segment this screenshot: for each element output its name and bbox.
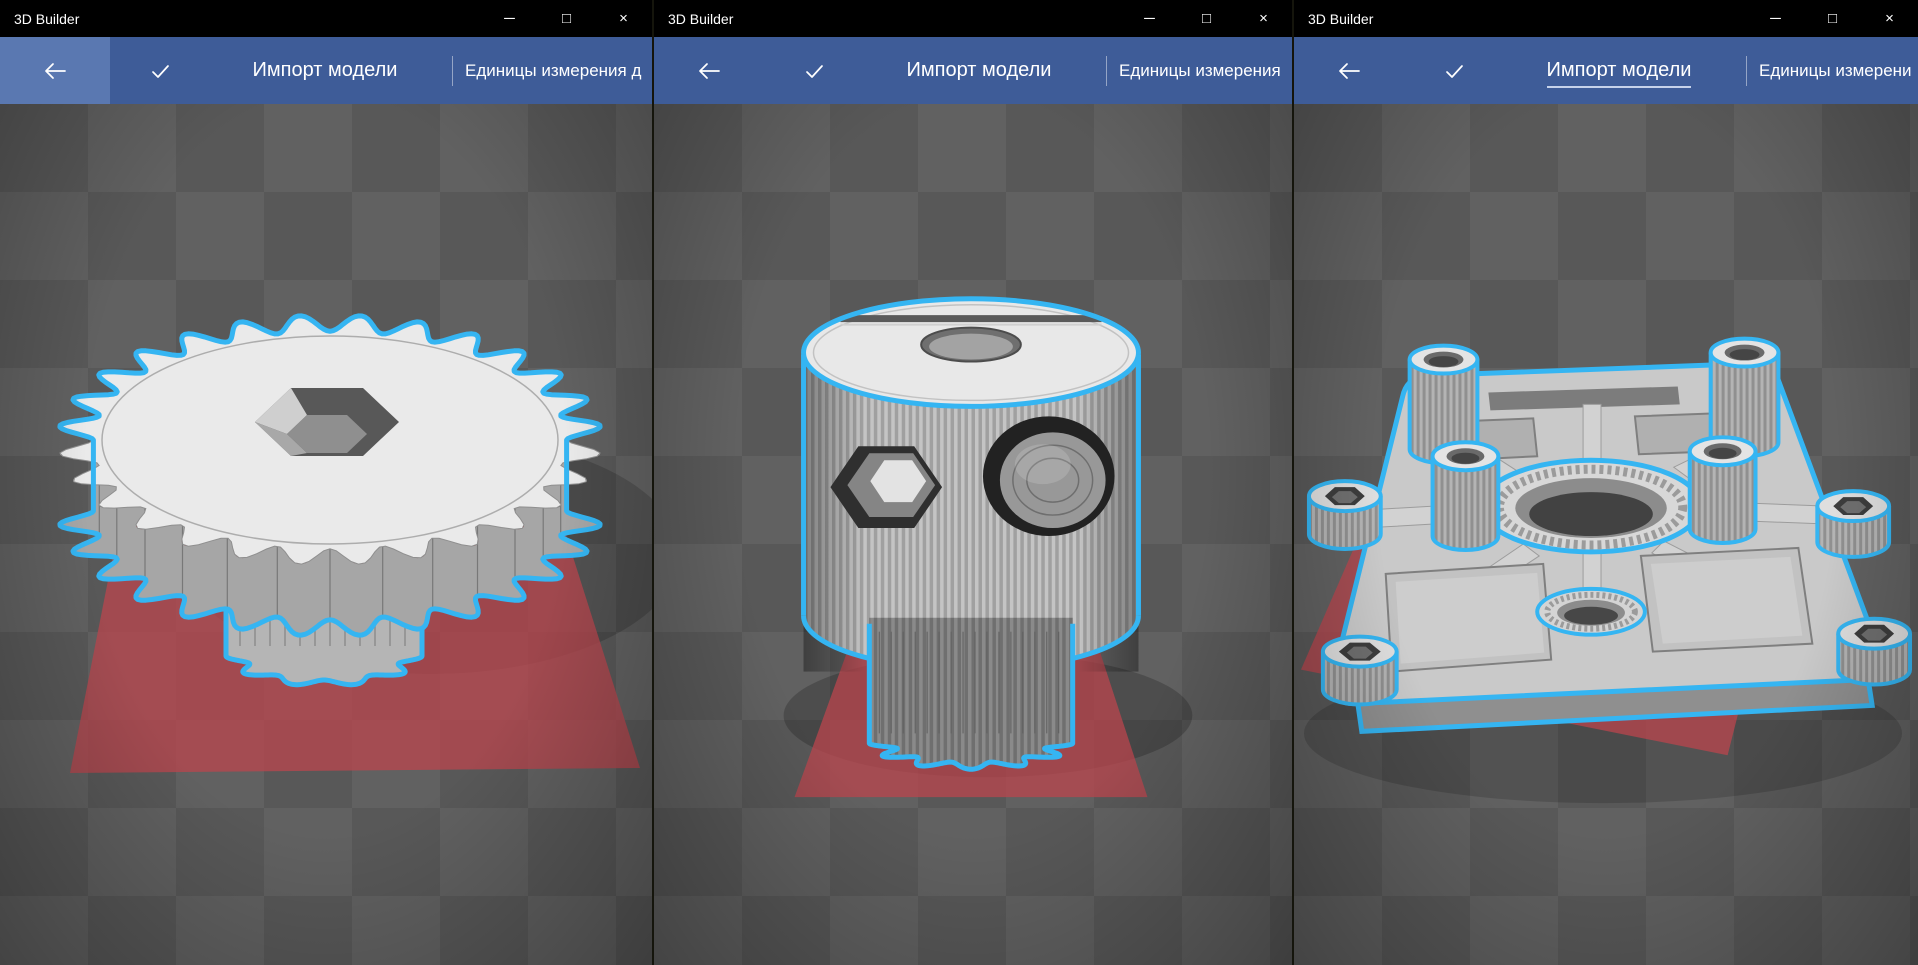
- center-ring-large: [1481, 460, 1700, 552]
- close-button[interactable]: ×: [1861, 0, 1918, 37]
- confirm-button[interactable]: [764, 37, 864, 104]
- page-title: Импорт модели: [210, 59, 440, 82]
- confirm-button[interactable]: [110, 37, 210, 104]
- scene-gear[interactable]: [0, 104, 652, 965]
- toolbar: Импорт модели Единицы измерени: [1294, 37, 1918, 104]
- minimize-button[interactable]: ─: [481, 0, 538, 37]
- check-icon: [798, 55, 830, 87]
- back-icon: [1333, 55, 1365, 87]
- maximize-button[interactable]: □: [1804, 0, 1861, 37]
- round-pocket: [983, 416, 1115, 536]
- hex-boss-right-bottom: [1838, 619, 1910, 685]
- window-1: 3D Builder ─ □ × Импорт модели Единицы и…: [0, 0, 652, 965]
- toolbar: Импорт модели Единицы измерения: [654, 37, 1292, 104]
- hex-boss-right-top: [1817, 491, 1889, 557]
- app-title: 3D Builder: [654, 11, 1121, 27]
- scene-cylinder[interactable]: [654, 104, 1292, 965]
- check-icon: [1438, 55, 1470, 87]
- toolbar: Импорт модели Единицы измерения д: [0, 37, 652, 104]
- viewport[interactable]: [0, 104, 652, 965]
- top-recess: [921, 328, 1021, 362]
- titlebar[interactable]: 3D Builder ─ □ ×: [654, 0, 1292, 37]
- close-button[interactable]: ×: [595, 0, 652, 37]
- screen: 3D Builder ─ □ × Импорт модели Единицы и…: [0, 0, 1918, 965]
- units-dropdown[interactable]: Единицы измерения д: [453, 61, 652, 81]
- hex-boss-left-bottom: [1323, 637, 1397, 705]
- maximize-button[interactable]: □: [538, 0, 595, 37]
- back-button[interactable]: [654, 37, 764, 104]
- viewport[interactable]: [1294, 104, 1918, 965]
- back-button[interactable]: [1294, 37, 1404, 104]
- app-title: 3D Builder: [1294, 11, 1747, 27]
- minimize-button[interactable]: ─: [1121, 0, 1178, 37]
- titlebar[interactable]: 3D Builder ─ □ ×: [0, 0, 652, 37]
- app-title: 3D Builder: [0, 11, 481, 27]
- close-button[interactable]: ×: [1235, 0, 1292, 37]
- center-ring-small: [1537, 589, 1645, 635]
- back-button[interactable]: [0, 37, 110, 104]
- model-plate[interactable]: [1309, 339, 1910, 732]
- page-title: Импорт модели: [864, 59, 1094, 82]
- fluted-base: [869, 618, 1072, 770]
- viewport[interactable]: [654, 104, 1292, 965]
- confirm-button[interactable]: [1404, 37, 1504, 104]
- units-dropdown[interactable]: Единицы измерени: [1747, 61, 1918, 81]
- titlebar[interactable]: 3D Builder ─ □ ×: [1294, 0, 1918, 37]
- boss-cylinder-front-right: [1690, 437, 1756, 543]
- boss-cylinder-front-left: [1433, 442, 1499, 550]
- back-icon: [693, 55, 725, 87]
- window-3: 3D Builder ─ □ × Импорт модели Единицы и…: [1292, 0, 1918, 965]
- hex-boss-left-top: [1309, 481, 1381, 549]
- window-2: 3D Builder ─ □ × Импорт модели Единицы и…: [652, 0, 1292, 965]
- back-icon: [39, 55, 71, 87]
- page-title: Импорт модели: [1504, 59, 1734, 82]
- check-icon: [144, 55, 176, 87]
- minimize-button[interactable]: ─: [1747, 0, 1804, 37]
- units-dropdown[interactable]: Единицы измерения: [1107, 61, 1292, 81]
- maximize-button[interactable]: □: [1178, 0, 1235, 37]
- scene-plate[interactable]: [1294, 104, 1918, 965]
